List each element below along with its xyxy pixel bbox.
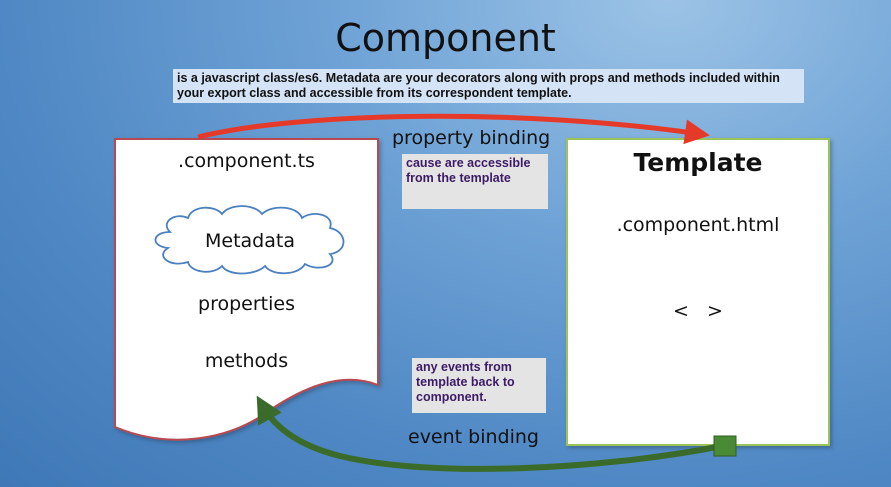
component-document-shape <box>114 138 379 441</box>
component-filename: .component.ts <box>178 150 315 172</box>
component-description-note: is a javascript class/es6. Metadata are … <box>173 69 804 103</box>
property-binding-note: cause are accessible from the template <box>402 154 548 209</box>
property-binding-label: property binding <box>392 127 551 149</box>
metadata-label: Metadata <box>205 230 295 252</box>
event-binding-note: any events from template back to compone… <box>412 358 546 413</box>
page-title: Component <box>335 16 556 60</box>
template-box-shape <box>566 138 830 446</box>
template-filename: .component.html <box>616 214 780 236</box>
template-title: Template <box>633 148 763 177</box>
properties-label: properties <box>198 293 295 315</box>
template-tag-symbol: < > <box>673 300 723 322</box>
event-source-handle[interactable] <box>713 435 737 457</box>
methods-label: methods <box>204 350 289 372</box>
event-binding-label: event binding <box>408 426 539 448</box>
